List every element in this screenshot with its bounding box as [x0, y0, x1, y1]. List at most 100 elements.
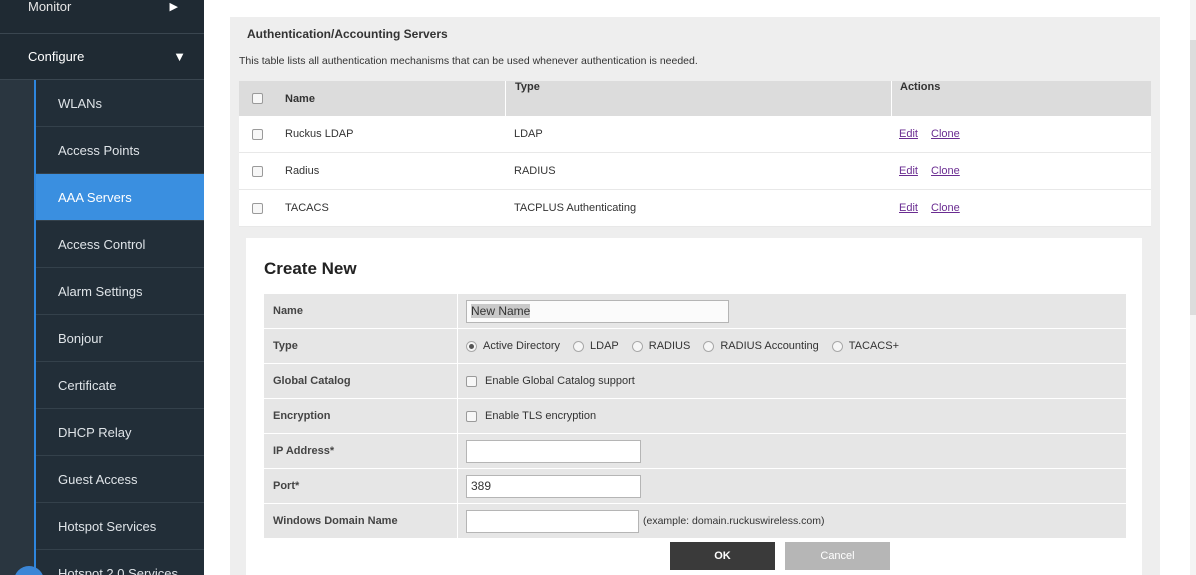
- sidebar-item-guest-access[interactable]: Guest Access: [36, 456, 204, 503]
- servers-table: Name Type Actions Ruckus LDAP LDAP Edit …: [239, 81, 1151, 227]
- sidebar-item-configure[interactable]: Configure ▼: [0, 34, 204, 80]
- column-header-type[interactable]: Type: [505, 81, 891, 116]
- app-root: Monitor ▶ Configure ▼ WLANs Access Point…: [0, 0, 1196, 575]
- row-type: LDAP: [514, 128, 543, 140]
- type-option-tacacs[interactable]: TACACS+: [831, 340, 900, 352]
- radio-selected-icon[interactable]: [466, 340, 477, 352]
- form-row-windows-domain: Windows Domain Name (example: domain.ruc…: [264, 504, 1126, 539]
- sidebar-item-monitor[interactable]: Monitor ▶: [0, 0, 204, 34]
- form-row-type: Type Active Directory LDAP RADIUS RADIUS…: [264, 329, 1126, 364]
- name-input[interactable]: New Name: [466, 299, 729, 323]
- global-catalog-label: Global Catalog: [273, 375, 351, 387]
- radio-icon[interactable]: [631, 340, 643, 352]
- encryption-label: Encryption: [273, 410, 331, 422]
- table-header: Name Type Actions: [239, 81, 1151, 116]
- edit-link[interactable]: Edit: [899, 128, 918, 140]
- main-panel: Authentication/Accounting Servers This t…: [230, 17, 1160, 575]
- type-option-radius[interactable]: RADIUS: [631, 340, 691, 352]
- radio-label: Active Directory: [483, 340, 561, 352]
- clone-link[interactable]: Clone: [931, 165, 960, 177]
- row-name: TACACS: [285, 202, 329, 214]
- radio-icon[interactable]: [573, 340, 585, 352]
- sidebar-item-label: Bonjour: [58, 330, 103, 346]
- name-label: Name: [273, 305, 303, 317]
- chevron-down-icon: ▼: [173, 49, 186, 64]
- form-row-port: Port*: [264, 469, 1126, 504]
- type-label: Type: [273, 340, 298, 352]
- sidebar-item-access-control[interactable]: Access Control: [36, 221, 204, 268]
- windows-domain-hint: (example: domain.ruckuswireless.com): [643, 515, 825, 527]
- port-label: Port*: [273, 480, 300, 492]
- configure-submenu: WLANs Access Points AAA Servers Access C…: [34, 80, 204, 575]
- clone-link[interactable]: Clone: [931, 128, 960, 140]
- global-catalog-checkbox[interactable]: [466, 375, 477, 387]
- sidebar-item-hotspot-2-services[interactable]: Hotspot 2.0 Services: [36, 550, 204, 575]
- sidebar-item-label: Guest Access: [58, 471, 138, 487]
- sidebar-item-label: Access Points: [58, 142, 140, 158]
- radio-icon[interactable]: [831, 340, 843, 352]
- radio-label: LDAP: [590, 340, 619, 352]
- radio-label: RADIUS: [648, 340, 691, 352]
- row-checkbox[interactable]: [251, 202, 263, 214]
- form-row-ip-address: IP Address*: [264, 434, 1126, 469]
- sidebar-item-configure-label: Configure: [28, 49, 85, 64]
- row-type: RADIUS: [514, 165, 556, 177]
- sidebar-item-aaa-servers[interactable]: AAA Servers: [36, 174, 204, 221]
- row-name: Radius: [285, 165, 320, 177]
- row-type: TACPLUS Authenticating: [514, 202, 637, 214]
- ip-address-label: IP Address*: [273, 445, 335, 457]
- create-new-title: Create New: [264, 259, 357, 278]
- chevron-right-icon: ▶: [169, 1, 178, 13]
- column-header-name[interactable]: Name: [275, 93, 505, 105]
- sidebar-item-label: WLANs: [58, 95, 103, 111]
- sidebar-rail: [0, 80, 34, 575]
- ip-address-input[interactable]: [466, 439, 641, 463]
- sidebar-item-wlans[interactable]: WLANs: [36, 80, 204, 127]
- global-catalog-checkbox-label: Enable Global Catalog support: [485, 375, 635, 387]
- windows-domain-input[interactable]: [466, 509, 639, 533]
- table-row: Radius RADIUS Edit Clone: [239, 153, 1151, 190]
- sidebar-item-bonjour[interactable]: Bonjour: [36, 315, 204, 362]
- type-option-ldap[interactable]: LDAP: [573, 340, 619, 352]
- sidebar-item-label: DHCP Relay: [58, 424, 132, 440]
- edit-link[interactable]: Edit: [899, 202, 918, 214]
- sidebar-item-label: AAA Servers: [58, 189, 132, 205]
- sidebar-item-certificate[interactable]: Certificate: [36, 362, 204, 409]
- clone-link[interactable]: Clone: [931, 202, 960, 214]
- port-input[interactable]: [466, 474, 641, 498]
- cancel-button[interactable]: Cancel: [785, 542, 890, 570]
- type-option-radius-accounting[interactable]: RADIUS Accounting: [703, 340, 819, 352]
- page-scrollbar[interactable]: [1190, 0, 1196, 575]
- type-option-active-directory[interactable]: Active Directory: [466, 340, 560, 352]
- table-row: TACACS TACPLUS Authenticating Edit Clone: [239, 190, 1151, 227]
- sidebar-item-label: Alarm Settings: [58, 283, 143, 299]
- sidebar-item-access-points[interactable]: Access Points: [36, 127, 204, 174]
- scrollbar-thumb[interactable]: [1190, 40, 1196, 315]
- radio-icon[interactable]: [703, 340, 715, 352]
- sidebar-item-label: Access Control: [58, 236, 146, 252]
- section-description: This table lists all authentication mech…: [239, 55, 698, 67]
- form-row-global-catalog: Global Catalog Enable Global Catalog sup…: [264, 364, 1126, 399]
- form-row-encryption: Encryption Enable TLS encryption: [264, 399, 1126, 434]
- name-input-value: New Name: [471, 304, 531, 318]
- section-title: Authentication/Accounting Servers: [247, 27, 448, 41]
- create-new-form: Name New Name Type Active Directory LDAP…: [264, 294, 1126, 539]
- row-checkbox[interactable]: [251, 128, 263, 140]
- windows-domain-label: Windows Domain Name: [273, 515, 398, 527]
- sidebar-item-hotspot-services[interactable]: Hotspot Services: [36, 503, 204, 550]
- edit-link[interactable]: Edit: [899, 165, 918, 177]
- ok-button[interactable]: OK: [670, 542, 775, 570]
- sidebar-item-dhcp-relay[interactable]: DHCP Relay: [36, 409, 204, 456]
- sidebar: Monitor ▶ Configure ▼ WLANs Access Point…: [0, 0, 204, 575]
- select-all-checkbox[interactable]: [251, 93, 263, 104]
- row-checkbox[interactable]: [251, 165, 263, 177]
- sidebar-item-label: Hotspot 2.0 Services: [58, 565, 178, 575]
- tls-encryption-checkbox[interactable]: [466, 410, 477, 422]
- table-row: Ruckus LDAP LDAP Edit Clone: [239, 116, 1151, 153]
- sidebar-item-monitor-label: Monitor: [28, 0, 72, 14]
- sidebar-item-alarm-settings[interactable]: Alarm Settings: [36, 268, 204, 315]
- tls-encryption-checkbox-label: Enable TLS encryption: [485, 410, 597, 422]
- form-row-name: Name New Name: [264, 294, 1126, 329]
- radio-label: TACACS+: [848, 340, 900, 352]
- create-new-panel: Create New Name New Name Type Active Dir…: [246, 238, 1142, 575]
